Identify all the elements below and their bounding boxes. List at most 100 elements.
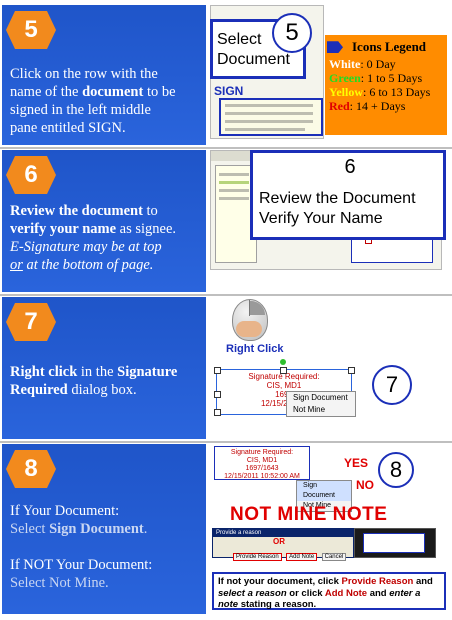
step-line-part: Right click (10, 364, 78, 380)
legend-item: Green: 1 to 5 Days (329, 71, 430, 85)
step-line-part: E-Signature may be at top (10, 239, 162, 255)
divider (0, 441, 452, 443)
instruction-part: Add Note (324, 587, 368, 599)
cancel-button[interactable]: Cancel (321, 553, 347, 561)
sig-title: Signature Required: (230, 449, 294, 456)
dialog-buttons: Provide Reason Add Note Cancel (233, 545, 347, 563)
step-line-part: If Your Document: (10, 503, 120, 519)
step-line-part: If NOT Your Document: (10, 557, 153, 573)
step-line-part: document (82, 84, 144, 100)
instruction-part: select a reason (218, 587, 287, 599)
step-line-part: at the bottom of page. (22, 257, 154, 273)
legend-item-text: : 0 Day (360, 57, 396, 71)
step-line-part: Required (10, 382, 68, 398)
icons-legend: Icons Legend White: 0 Day Green: 1 to 5 D… (325, 35, 447, 135)
sig-date: 12/15/2011 10:52:00 AM (224, 473, 300, 480)
step-5-panel: 5 Click on the row with the name of the d… (2, 5, 206, 145)
step-6-illustration: Review the Document Verify Your Name 6 (210, 150, 450, 292)
legend-title-row: Icons Legend (327, 39, 426, 54)
callout-line-2: Document (217, 51, 290, 68)
step-7-circle: 7 (372, 365, 412, 405)
step-line: signed in the left middle (10, 101, 176, 119)
menu-sign-document[interactable]: Sign Document (297, 481, 351, 501)
step-line-part: to be (143, 84, 176, 100)
step-line: name of the document to be (10, 83, 176, 101)
no-label: NO (356, 478, 374, 492)
step-5-text: Click on the row with the name of the doc… (10, 65, 176, 137)
step-6-panel: 6 Review the document to verify your name… (2, 150, 206, 292)
context-menu: Sign Document Not Mine (286, 391, 356, 417)
dialog-thumbnail (354, 528, 436, 558)
legend-arrow-icon (327, 41, 343, 54)
right-click-label: Right Click (226, 343, 284, 355)
dialog-title: Provide a reason (213, 529, 353, 537)
add-note-button[interactable]: Add Note (286, 553, 318, 561)
step-7-panel: 7 Right click in the Signature Required d… (2, 297, 206, 439)
divider (0, 294, 452, 296)
step-line-part: Select Not Mine. (10, 575, 109, 591)
sign-label: SIGN (214, 84, 244, 98)
legend-item: Yellow: 6 to 13 Days (329, 85, 430, 99)
step-7-illustration: Right Click Signature Required: CIS, MD1… (210, 297, 450, 439)
divider (0, 147, 452, 149)
step-5-illustration: SIGN Select Document 5 Icons Legend Whit… (210, 5, 450, 145)
step-6-badge: 6 (6, 156, 56, 194)
step-6-row: 6 Review the document to verify your name… (2, 150, 450, 292)
step-line-part: as signee. (116, 221, 177, 237)
provide-reason-dialog: Provide a reason OR Provide Reason Add N… (212, 528, 354, 561)
instruction-part: and (367, 587, 390, 599)
legend-item-text: : 14 + Days (349, 99, 406, 113)
step-line (10, 538, 152, 556)
provide-reason-button[interactable]: Provide Reason (233, 553, 282, 561)
sig-id: 1697/1643 (245, 465, 279, 472)
legend-title: Icons Legend (352, 39, 427, 55)
instruction-note: If not your document, click Provide Reas… (212, 572, 446, 610)
step-6-text: Review the document to verify your name a… (10, 202, 176, 274)
step-8-circle: 8 (378, 452, 414, 488)
legend-item-label: Red (329, 99, 350, 113)
menu-sign-document[interactable]: Sign Document (287, 392, 355, 404)
step-line-part: Select (10, 521, 50, 537)
step-5-badge: 5 (6, 11, 56, 49)
legend-item-label: Green (329, 71, 361, 85)
not-mine-note-heading: NOT MINE NOTE (230, 504, 388, 525)
menu-not-mine[interactable]: Not Mine (287, 404, 355, 416)
step-line-part: Click on the row with the (10, 66, 158, 82)
step-line: Click on the row with the (10, 65, 176, 83)
instruction-part: or click (286, 587, 325, 599)
legend-item: Red: 14 + Days (329, 99, 430, 113)
step-line: or at the bottom of page. (10, 256, 176, 274)
step-line-part: in the (77, 364, 118, 380)
step-line-part: verify your name (10, 221, 117, 237)
step-line-part: dialog box. (67, 382, 137, 398)
step-line: Select Sign Document. (10, 520, 152, 538)
signature-required-box-small: Signature Required: CIS, MD1 1697/1643 1… (214, 446, 310, 480)
step-line: Review the document to (10, 202, 176, 220)
legend-items: White: 0 Day Green: 1 to 5 Days Yellow: 6 … (329, 57, 430, 113)
step-line: E-Signature may be at top (10, 238, 176, 256)
sig-name: CIS, MD1 (266, 381, 302, 390)
step-8-illustration: Signature Required: CIS, MD1 1697/1643 1… (210, 444, 450, 614)
step-line-part: signed in the left middle (10, 102, 151, 118)
step-line-part: name of the (10, 84, 83, 100)
step-line-part: . (143, 521, 148, 537)
instruction-part: Provide Reason (341, 576, 414, 587)
sign-pane-rows (219, 98, 323, 136)
step-line: pane entitled SIGN. (10, 119, 176, 137)
step-8-badge: 8 (6, 450, 56, 488)
review-line-1: Review the Document (259, 190, 416, 207)
step-5-circle: 5 (272, 13, 312, 53)
step-line-part: Review the document (10, 203, 143, 219)
instruction-part: If not your document, click (218, 576, 342, 587)
step-8-panel: 8 If Your Document: Select Sign Document.… (2, 444, 206, 614)
instruction-part: stating a reason. (238, 599, 317, 610)
step-line-part: or (10, 257, 23, 273)
yes-label: YES (344, 456, 369, 470)
legend-item: White: 0 Day (329, 57, 430, 71)
rotate-handle (280, 359, 286, 365)
step-line: Right click in the Signature (10, 363, 177, 381)
step-line: If Your Document: (10, 502, 152, 520)
step-6-circle: 6 (344, 156, 356, 178)
step-line: If NOT Your Document: (10, 556, 152, 574)
instruction-part: and (413, 576, 433, 587)
